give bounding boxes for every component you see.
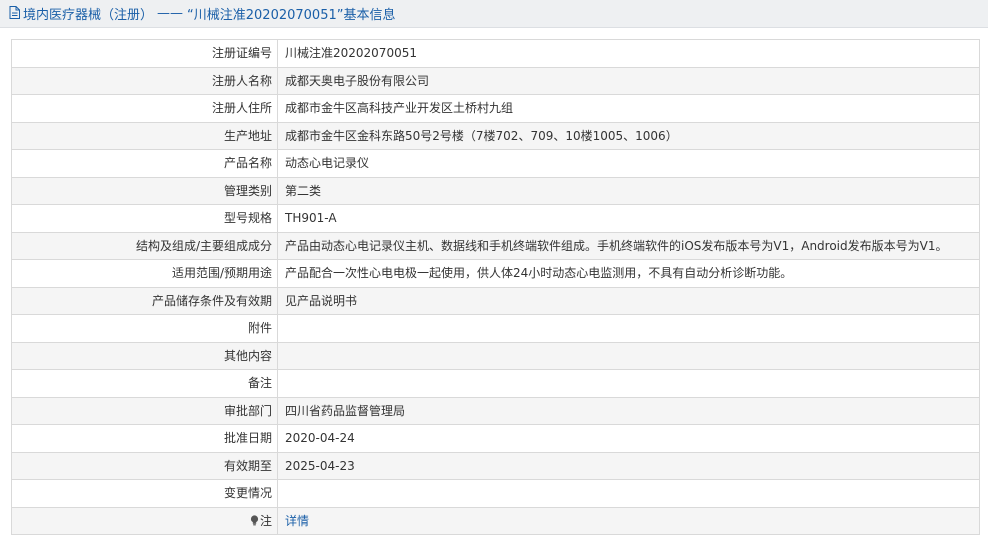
note-value-cell: 详情 <box>277 506 980 535</box>
table-row: 备注 <box>11 369 980 398</box>
row-value: TH901-A <box>277 204 980 233</box>
row-label: 其他内容 <box>11 341 278 370</box>
row-value: 产品配合一次性心电电极一起使用，供人体24小时动态心电监测用，不具有自动分析诊断… <box>277 259 980 288</box>
row-label: 型号规格 <box>11 204 278 233</box>
row-value: 成都市金牛区高科技产业开发区土桥村九组 <box>277 94 980 123</box>
note-label: 注 <box>259 513 272 528</box>
details-link[interactable]: 详情 <box>285 514 309 528</box>
row-label: 注册人名称 <box>11 66 278 95</box>
row-label: 管理类别 <box>11 176 278 205</box>
table-row: 变更情况 <box>11 479 980 508</box>
table-row: 批准日期 2020-04-24 <box>11 424 980 453</box>
info-table: 注册证编号 川械注准20202070051 注册人名称 成都天奥电子股份有限公司 注… <box>11 39 980 535</box>
table-row: 注册证编号 川械注准20202070051 <box>11 39 980 68</box>
info-table-body: 注册证编号 川械注准20202070051 注册人名称 成都天奥电子股份有限公司 注… <box>11 39 980 535</box>
row-value <box>277 314 980 343</box>
row-value: 成都市金牛区金科东路50号2号楼（7楼702、709、10楼1005、1006） <box>277 121 980 150</box>
table-row: 产品名称 动态心电记录仪 <box>11 149 980 178</box>
row-label: 产品储存条件及有效期 <box>11 286 278 315</box>
table-row: 其他内容 <box>11 341 980 370</box>
table-row: 产品储存条件及有效期 见产品说明书 <box>11 286 980 315</box>
row-value: 2025-04-23 <box>277 451 980 480</box>
header-separator: —— <box>157 6 184 21</box>
table-row: 注册人住所 成都市金牛区高科技产业开发区土桥村九组 <box>11 94 980 123</box>
document-icon <box>9 6 20 19</box>
row-label: 生产地址 <box>11 121 278 150</box>
table-row: 适用范围/预期用途 产品配合一次性心电电极一起使用，供人体24小时动态心电监测用，… <box>11 259 980 288</box>
row-label: 审批部门 <box>11 396 278 425</box>
row-label: 附件 <box>11 314 278 343</box>
row-value: 产品由动态心电记录仪主机、数据线和手机终端软件组成。手机终端软件的iOS发布版本… <box>277 231 980 260</box>
row-label: 有效期至 <box>11 451 278 480</box>
row-label: 产品名称 <box>11 149 278 178</box>
table-row: 生产地址 成都市金牛区金科东路50号2号楼（7楼702、709、10楼1005、1… <box>11 121 980 150</box>
row-value <box>277 341 980 370</box>
row-label: 注册证编号 <box>11 39 278 68</box>
row-value: 见产品说明书 <box>277 286 980 315</box>
row-value: 第二类 <box>277 176 980 205</box>
table-row: 结构及组成/主要组成成分 产品由动态心电记录仪主机、数据线和手机终端软件组成。手机… <box>11 231 980 260</box>
table-row: 有效期至 2025-04-23 <box>11 451 980 480</box>
page-header: 境内医疗器械（注册） —— “川械注准20202070051”基本信息 <box>0 0 988 28</box>
table-row: 型号规格 TH901-A <box>11 204 980 233</box>
row-value <box>277 479 980 508</box>
row-label: 批准日期 <box>11 424 278 453</box>
row-value <box>277 369 980 398</box>
row-label: 变更情况 <box>11 479 278 508</box>
table-row: 审批部门 四川省药品监督管理局 <box>11 396 980 425</box>
row-value: 成都天奥电子股份有限公司 <box>277 66 980 95</box>
table-row: 管理类别 第二类 <box>11 176 980 205</box>
row-value: 川械注准20202070051 <box>277 39 980 68</box>
note-label-cell: 注 <box>11 506 278 535</box>
row-label: 备注 <box>11 369 278 398</box>
header-category: 境内医疗器械（注册） <box>23 8 154 23</box>
lightbulb-icon <box>250 515 259 526</box>
table-row: 附件 <box>11 314 980 343</box>
table-row: 注册人名称 成都天奥电子股份有限公司 <box>11 66 980 95</box>
row-label: 注册人住所 <box>11 94 278 123</box>
info-table-container: 注册证编号 川械注准20202070051 注册人名称 成都天奥电子股份有限公司 注… <box>11 39 980 535</box>
page-title: “川械注准20202070051”基本信息 <box>187 8 396 23</box>
row-value: 动态心电记录仪 <box>277 149 980 178</box>
row-label: 结构及组成/主要组成成分 <box>11 231 278 260</box>
note-row: 注 详情 <box>11 506 980 535</box>
row-label: 适用范围/预期用途 <box>11 259 278 288</box>
row-value: 四川省药品监督管理局 <box>277 396 980 425</box>
row-value: 2020-04-24 <box>277 424 980 453</box>
